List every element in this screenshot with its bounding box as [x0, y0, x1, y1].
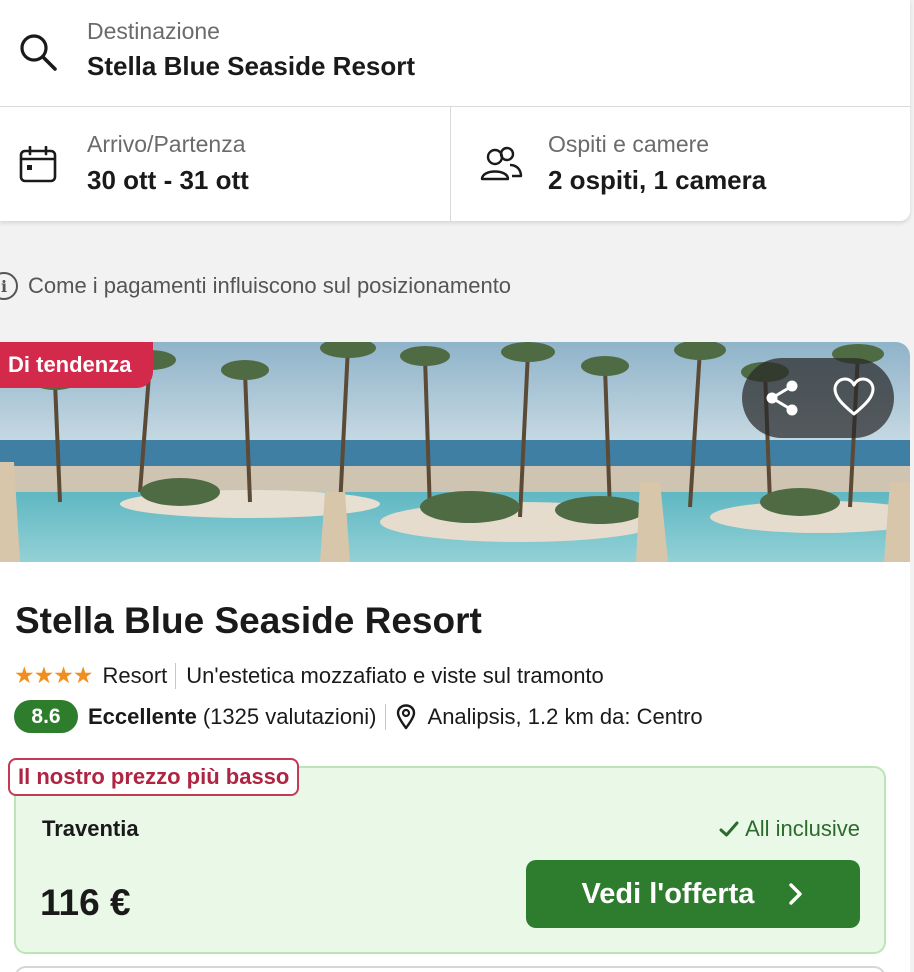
- destination-value: Stella Blue Seaside Resort: [87, 51, 416, 81]
- view-offer-label: Vedi l'offerta: [581, 877, 755, 910]
- heart-icon[interactable]: [832, 376, 876, 420]
- divider: [175, 662, 177, 689]
- dates-field[interactable]: Arrivo/Partenza 30 ott - 31 ott: [0, 107, 451, 221]
- trending-badge: Di tendenza: [0, 342, 154, 388]
- destination-field[interactable]: Destinazione Stella Blue Seaside Resort: [0, 0, 910, 107]
- guests-value: 2 ospiti, 1 camera: [548, 165, 767, 195]
- hotel-type: Resort: [102, 662, 168, 688]
- share-icon[interactable]: [760, 376, 804, 420]
- lowest-price-tag: Il nostro prezzo più basso: [8, 758, 300, 796]
- star-rating: ★★★★: [14, 662, 93, 688]
- hotel-location: Analipsis, 1.2 km da: Centro: [427, 703, 703, 729]
- guests-field[interactable]: Ospiti e camere 2 ospiti, 1 camera: [451, 107, 910, 221]
- offer-provider: Traventia: [42, 816, 139, 841]
- divider: [384, 703, 386, 730]
- hotel-class-line: ★★★★ Resort Un'estetica mozzafiato e vis…: [14, 662, 604, 689]
- check-icon: [719, 821, 739, 837]
- review-count[interactable]: (1325 valutazioni): [203, 704, 377, 730]
- ranking-info-link[interactable]: i Come i pagamenti influiscono sul posiz…: [0, 272, 511, 300]
- map-pin-icon: [396, 703, 415, 729]
- board-type: All inclusive: [719, 816, 860, 842]
- destination-label: Destinazione: [87, 18, 220, 44]
- calendar-icon: [19, 146, 57, 183]
- guests-label: Ospiti e camere: [548, 131, 710, 157]
- board-type-label: All inclusive: [745, 816, 860, 841]
- search-form: Destinazione Stella Blue Seaside Resort …: [0, 0, 910, 221]
- hotel-card[interactable]: Di tendenza Stella Blue Seaside Resort ★…: [0, 342, 910, 972]
- info-icon: i: [0, 272, 18, 300]
- guests-icon: [480, 146, 523, 181]
- view-offer-button[interactable]: Vedi l'offerta: [526, 860, 860, 928]
- photo-actions: [742, 358, 894, 438]
- hotel-photo[interactable]: Di tendenza: [0, 342, 910, 562]
- review-location-line: 8.6 Eccellente (1325 valutazioni) Analip…: [14, 700, 703, 733]
- dates-label: Arrivo/Partenza: [87, 131, 246, 157]
- chevron-right-icon: [789, 883, 803, 905]
- search-icon: [20, 34, 57, 71]
- review-score-word: Eccellente: [88, 703, 197, 729]
- next-offer-card: [14, 966, 886, 972]
- hotel-tagline: Un'estetica mozzafiato e viste sul tramo…: [186, 662, 604, 688]
- ranking-info-text: Come i pagamenti influiscono sul posizio…: [28, 273, 512, 298]
- offer-price: 116 €: [40, 882, 131, 923]
- dates-value: 30 ott - 31 ott: [87, 165, 249, 195]
- review-score-badge: 8.6: [14, 700, 78, 733]
- hotel-name[interactable]: Stella Blue Seaside Resort: [15, 600, 482, 642]
